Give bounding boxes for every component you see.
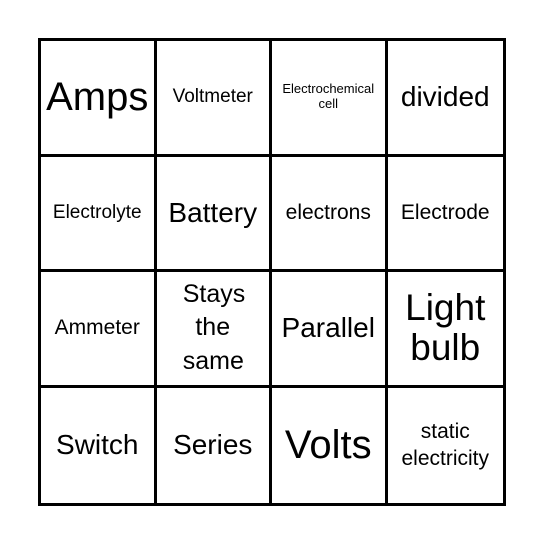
bingo-cell[interactable]: static electricity: [388, 388, 504, 504]
bingo-cell[interactable]: Amps: [41, 41, 157, 157]
cell-label: Light bulb: [405, 286, 486, 369]
bingo-cell[interactable]: Voltmeter: [156, 41, 272, 157]
cell-label: Battery: [168, 196, 258, 228]
cell-label: electrons: [285, 200, 371, 224]
bingo-card: Amps Voltmeter Electrochemical cell divi…: [38, 38, 506, 506]
bingo-cell[interactable]: Stays the same: [156, 272, 272, 388]
bingo-cell[interactable]: Electrolyte: [41, 156, 157, 272]
cell-label: Parallel: [281, 312, 375, 344]
bingo-cell[interactable]: Electrochemical cell: [272, 41, 388, 157]
cell-label: Series: [173, 429, 253, 461]
cell-label: Electrolyte: [52, 201, 142, 223]
cell-label: Volts: [284, 423, 372, 468]
bingo-cell[interactable]: Parallel: [272, 272, 388, 388]
cell-label: Ammeter: [54, 316, 140, 340]
cell-label: Electrochemical cell: [282, 81, 375, 112]
bingo-cell[interactable]: Switch: [41, 387, 157, 503]
cell-label: Switch: [56, 429, 139, 461]
bingo-cell[interactable]: Ammeter: [41, 272, 157, 388]
cell-label: divided: [400, 81, 490, 113]
bingo-cell[interactable]: Light bulb: [387, 272, 503, 388]
cell-label: Electrode: [400, 200, 490, 224]
bingo-cell[interactable]: Series: [157, 387, 272, 503]
bingo-cell[interactable]: divided: [387, 41, 503, 157]
bingo-cell[interactable]: Electrode: [387, 157, 503, 272]
cell-label: Stays the same: [182, 279, 246, 376]
cell-label: Voltmeter: [172, 86, 253, 108]
bingo-cell[interactable]: Volts: [272, 387, 388, 503]
cell-label: Amps: [46, 75, 149, 120]
bingo-cell[interactable]: electrons: [272, 156, 388, 272]
cell-label: static electricity: [401, 419, 490, 471]
bingo-cell[interactable]: Battery: [156, 156, 272, 272]
